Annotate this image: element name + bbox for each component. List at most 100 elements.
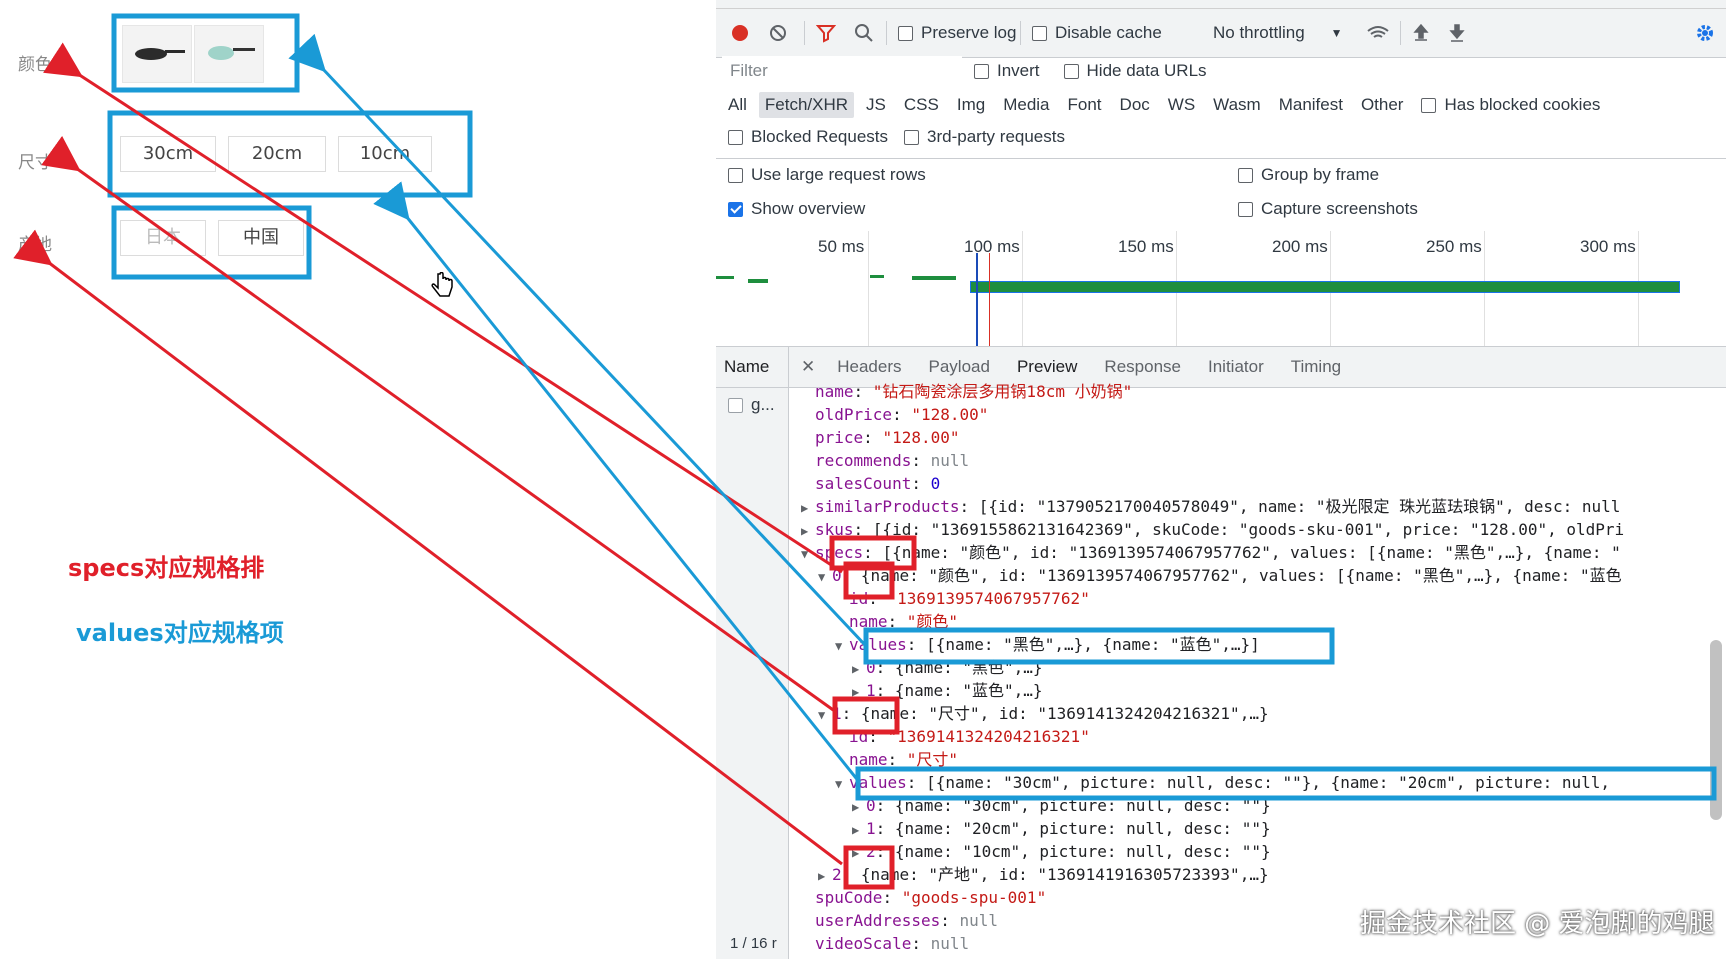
preserve-log-checkbox[interactable]: Preserve log [898,9,1016,57]
type-all[interactable]: All [728,95,747,115]
expanded-triangle-icon[interactable]: ▼ [835,635,849,658]
expanded-triangle-icon[interactable]: ▼ [835,773,849,796]
tab-response[interactable]: Response [1104,357,1181,377]
type-other[interactable]: Other [1361,95,1404,115]
type-img[interactable]: Img [957,95,985,115]
chevron-down-icon: ▼ [1330,26,1343,40]
color-option-blue-pan[interactable] [194,25,264,83]
third-party-checkbox[interactable]: 3rd-party requests [904,127,1065,147]
collapsed-triangle-icon[interactable]: ▶ [852,658,866,681]
json-value: "goods-spu-001" [901,888,1047,907]
tab-headers[interactable]: Headers [837,357,901,377]
expanded-triangle-icon[interactable]: ▼ [818,704,832,727]
request-row[interactable]: g... [728,395,775,415]
annotation-values: values对应规格项 [76,619,284,647]
collapsed-triangle-icon[interactable]: ▶ [818,865,832,888]
expanded-triangle-icon[interactable]: ▼ [818,566,832,589]
group-by-frame-checkbox[interactable]: Group by frame [1238,165,1379,185]
json-line[interactable]: ▶ skus: [{id: "1369155862131642369", skuC… [801,518,1624,541]
tab-payload[interactable]: Payload [929,357,990,377]
blue-pan-icon [208,46,255,60]
json-value: "钻石陶瓷涂层多用锅18cm 小奶锅" [872,382,1133,401]
network-overview-timeline[interactable]: 50 ms 100 ms 150 ms 200 ms 250 ms 300 ms [716,231,1726,347]
collapsed-triangle-icon[interactable]: ▶ [801,497,815,520]
filter-input[interactable]: Filter [722,56,962,86]
hand-cursor-icon [431,272,453,297]
json-line: oldPrice: "128.00" [815,405,989,424]
show-overview-checkbox[interactable]: Show overview [728,199,865,219]
has-blocked-cookies-checkbox[interactable]: Has blocked cookies [1421,95,1600,115]
spec-label-origin: 产地 [18,235,52,255]
json-line: name: "尺寸" [849,750,959,769]
json-line[interactable]: ▶ similarProducts: [{id: "137905217004057… [801,495,1620,518]
disable-cache-box[interactable] [1032,25,1047,41]
collapsed-triangle-icon[interactable]: ▶ [852,681,866,704]
hide-data-urls-checkbox[interactable]: Hide data URLs [1063,61,1207,81]
type-fetch-xhr[interactable]: Fetch/XHR [758,92,855,118]
json-line[interactable]: ▼ values: [{name: "30cm", picture: null, … [835,771,1610,794]
json-value: {name: "产地", id: "1369141916305723393",…… [860,865,1269,884]
type-ws[interactable]: WS [1168,95,1195,115]
record-button[interactable] [730,9,750,57]
search-icon [855,24,873,42]
capture-screenshots-checkbox[interactable]: Capture screenshots [1238,199,1418,219]
invert-checkbox[interactable]: Invert [974,61,1040,81]
type-css[interactable]: CSS [904,95,939,115]
collapsed-triangle-icon[interactable]: ▶ [852,819,866,842]
json-line[interactable]: ▶ 1: {name: "蓝色",…} [852,679,1043,702]
name-column-header[interactable]: Name [724,357,769,377]
size-option-20cm[interactable]: 20cm [228,136,326,172]
json-key: id [849,727,869,746]
search-button[interactable] [854,9,874,57]
close-icon[interactable]: ✕ [801,357,815,377]
json-key: values [849,635,907,654]
tab-preview[interactable]: Preview [1017,357,1077,377]
tick-300ms: 300 ms [1580,237,1636,256]
gear-icon [1697,25,1713,41]
tab-timing[interactable]: Timing [1291,357,1341,377]
size-option-10cm[interactable]: 10cm [338,136,432,172]
collapsed-triangle-icon[interactable]: ▶ [852,842,866,865]
import-har-button[interactable] [1412,9,1430,57]
json-line[interactable]: ▼ values: [{name: "黑色",…}, {name: "蓝色",…}… [835,633,1260,656]
collapsed-triangle-icon[interactable]: ▶ [852,796,866,819]
json-line: videoScale: null [815,934,970,953]
expanded-triangle-icon[interactable]: ▼ [801,543,815,566]
json-line[interactable]: ▶ 0: {name: "30cm", picture: null, desc: … [852,794,1271,817]
type-doc[interactable]: Doc [1120,95,1150,115]
type-wasm[interactable]: Wasm [1213,95,1261,115]
collapsed-triangle-icon[interactable]: ▶ [801,520,815,543]
type-js[interactable]: JS [866,95,886,115]
json-value: [{name: "30cm", picture: null, desc: ""}… [926,773,1610,792]
disable-cache-checkbox[interactable]: Disable cache [1032,9,1162,57]
has-blocked-cookies-label: Has blocked cookies [1444,95,1601,114]
tab-initiator[interactable]: Initiator [1208,357,1264,377]
json-line[interactable]: ▶ 1: {name: "20cm", picture: null, desc: … [852,817,1271,840]
network-settings-button[interactable] [1694,9,1716,57]
json-line[interactable]: ▼ specs: [{name: "颜色", id: "1369139574067… [801,541,1621,564]
size-option-30cm[interactable]: 30cm [120,136,216,172]
json-line[interactable]: ▶ 2: {name: "10cm", picture: null, desc: … [852,840,1271,863]
filter-toggle-button[interactable] [816,9,836,57]
network-toolbar: Preserve log Disable cache No throttling… [716,9,1726,58]
json-line[interactable]: ▼ 0: {name: "颜色", id: "136913957406795776… [818,564,1622,587]
json-line[interactable]: ▼ 1: {name: "尺寸", id: "136914132420421632… [818,702,1269,725]
preserve-log-box[interactable] [898,25,913,41]
type-media[interactable]: Media [1003,95,1049,115]
json-preview: name: "钻石陶瓷涂层多用锅18cm 小奶锅" oldPrice: "128.… [789,382,1726,959]
preview-scrollbar[interactable] [1710,640,1722,820]
json-line: salesCount: 0 [815,474,941,493]
throttling-select[interactable]: No throttling ▼ [1213,9,1343,57]
network-conditions-button[interactable] [1366,9,1390,57]
export-har-button[interactable] [1448,9,1466,57]
origin-option-japan[interactable]: 日本 [120,220,206,256]
json-line[interactable]: ▶ 2: {name: "产地", id: "136914191630572339… [818,863,1269,886]
blocked-requests-checkbox[interactable]: Blocked Requests [728,127,888,147]
large-rows-checkbox[interactable]: Use large request rows [728,165,926,185]
json-line[interactable]: ▶ 0: {name: "黑色",…} [852,656,1043,679]
origin-option-china[interactable]: 中国 [218,220,304,256]
color-option-black-pan[interactable] [122,25,192,83]
type-font[interactable]: Font [1068,95,1102,115]
type-manifest[interactable]: Manifest [1279,95,1343,115]
clear-button[interactable] [768,9,788,57]
